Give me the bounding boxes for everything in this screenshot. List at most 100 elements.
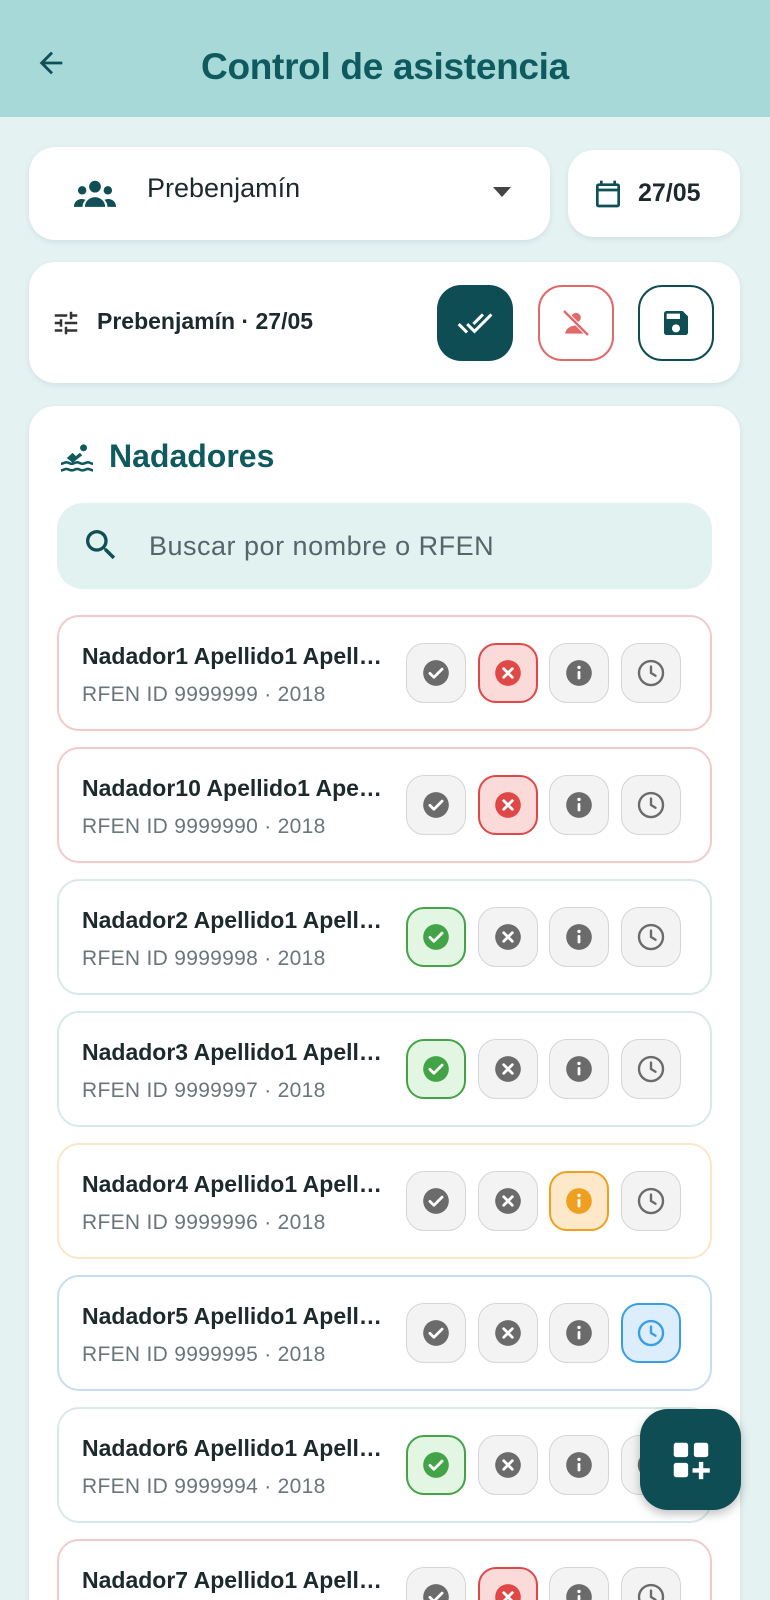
add-dashboard-icon [673,1442,710,1479]
mark-absent-button[interactable] [478,1567,538,1600]
cancel-circle-icon [494,791,522,819]
swimmer-rfen-id: RFEN ID 9999997 · 2018 [82,1079,326,1102]
mark-present-button[interactable] [406,775,466,835]
mark-late-button[interactable] [621,1567,681,1600]
save-icon [664,311,688,335]
search-icon [86,530,116,560]
check-circle-icon [422,1187,450,1215]
done-all-icon [457,313,493,334]
cancel-circle-icon [494,1319,522,1347]
mark-present-button[interactable] [406,907,466,967]
mark-late-button[interactable] [621,775,681,835]
page-title: Control de asistencia [201,45,569,87]
mark-present-button[interactable] [406,1039,466,1099]
mark-absent-button[interactable] [478,1303,538,1363]
mark-absent-button[interactable] [478,775,538,835]
mark-late-button[interactable] [621,1303,681,1363]
info-icon [565,1319,593,1347]
mark-justified-button[interactable] [549,775,609,835]
mark-justified-button[interactable] [549,1171,609,1231]
cancel-circle-icon [494,1055,522,1083]
check-circle-icon [422,1583,450,1600]
swimmer-row: Nadador2 Apellido1 Apellido2 RFEN ID 9999… [57,879,712,995]
swimmer-row: Nadador5 Apellido1 Apellido2 RFEN ID 9999… [57,1275,712,1391]
date-picker-button[interactable]: 27/05 [568,150,740,237]
cancel-circle-icon [494,1451,522,1479]
group-icon [73,180,117,207]
app-bar: Control de asistencia [0,0,770,117]
swimmer-rfen-id: RFEN ID 9999998 · 2018 [82,947,326,970]
mark-absent-button[interactable] [478,643,538,703]
swimmer-row: Nadador6 Apellido1 Apellido2 RFEN ID 9999… [57,1407,712,1523]
clock-icon [636,1582,666,1600]
info-icon [565,659,593,687]
save-button[interactable] [638,285,714,361]
person-off-icon [562,309,590,337]
clock-icon [636,922,666,952]
group-dropdown[interactable]: Prebenjamín [29,147,550,240]
mark-justified-button[interactable] [549,1435,609,1495]
swimmer-name: Nadador1 Apellido1 Apellido2 [82,643,388,669]
summary-label: Prebenjamín · 27/05 [97,308,314,334]
swimmer-name: Nadador2 Apellido1 Apellido2 [82,907,388,933]
swimmer-row: Nadador1 Apellido1 Apellido2 RFEN ID 9999… [57,615,712,731]
mark-present-button[interactable] [406,1171,466,1231]
arrow-back-icon [39,51,63,75]
mark-late-button[interactable] [621,643,681,703]
mark-late-button[interactable] [621,1171,681,1231]
cancel-circle-icon [494,1583,522,1600]
mark-present-button[interactable] [406,643,466,703]
check-circle-icon [422,923,450,951]
mark-present-button[interactable] [406,1303,466,1363]
swimmer-name: Nadador4 Apellido1 Apellido2 [82,1171,388,1197]
mark-late-button[interactable] [621,907,681,967]
check-circle-icon [422,791,450,819]
mark-all-absent-button[interactable] [538,285,614,361]
mark-justified-button[interactable] [549,1303,609,1363]
info-icon [565,923,593,951]
mark-absent-button[interactable] [478,1435,538,1495]
chevron-down-icon [493,187,511,197]
info-icon [565,1583,593,1600]
cancel-circle-icon [494,923,522,951]
mark-absent-button[interactable] [478,1039,538,1099]
info-icon [565,1055,593,1083]
mark-present-button[interactable] [406,1435,466,1495]
check-circle-icon [422,659,450,687]
swimmer-rfen-id: RFEN ID 9999999 · 2018 [82,683,326,706]
section-title: Nadadores [109,438,275,474]
swimmer-row: Nadador4 Apellido1 Apellido2 RFEN ID 9999… [57,1143,712,1259]
back-button[interactable] [28,40,74,86]
calendar-icon [596,180,620,207]
swimmer-name: Nadador6 Apellido1 Apellido2 [82,1435,388,1461]
search-input[interactable] [149,525,689,567]
swimmer-rfen-id: RFEN ID 9999996 · 2018 [82,1211,326,1234]
mark-justified-button[interactable] [549,1039,609,1099]
swimmer-row: Nadador7 Apellido1 Apellido2 [57,1539,712,1600]
add-widget-fab[interactable] [640,1409,741,1510]
swimmers-panel: Nadadores Nadador1 Apellido1 Apellido2 RF… [29,406,740,1600]
info-icon [565,791,593,819]
mark-absent-button[interactable] [478,907,538,967]
mark-justified-button[interactable] [549,643,609,703]
clock-icon [636,1054,666,1084]
swimmer-row: Nadador10 Apellido1 Apellido2 RFEN ID 999… [57,747,712,863]
clock-icon [636,1318,666,1348]
mark-justified-button[interactable] [549,907,609,967]
cancel-circle-icon [494,659,522,687]
check-circle-icon [422,1055,450,1083]
mark-late-button[interactable] [621,1039,681,1099]
clock-icon [636,658,666,688]
check-circle-icon [422,1451,450,1479]
check-circle-icon [422,1319,450,1347]
search-bar [57,503,712,589]
date-label: 27/05 [638,179,701,207]
mark-absent-button[interactable] [478,1171,538,1231]
mark-justified-button[interactable] [549,1567,609,1600]
swimmer-name: Nadador5 Apellido1 Apellido2 [82,1303,388,1329]
group-select-value: Prebenjamín [147,173,301,203]
mark-present-button[interactable] [406,1567,466,1600]
cancel-circle-icon [494,1187,522,1215]
swimmer-name: Nadador3 Apellido1 Apellido2 [82,1039,388,1065]
mark-all-present-button[interactable] [437,285,513,361]
